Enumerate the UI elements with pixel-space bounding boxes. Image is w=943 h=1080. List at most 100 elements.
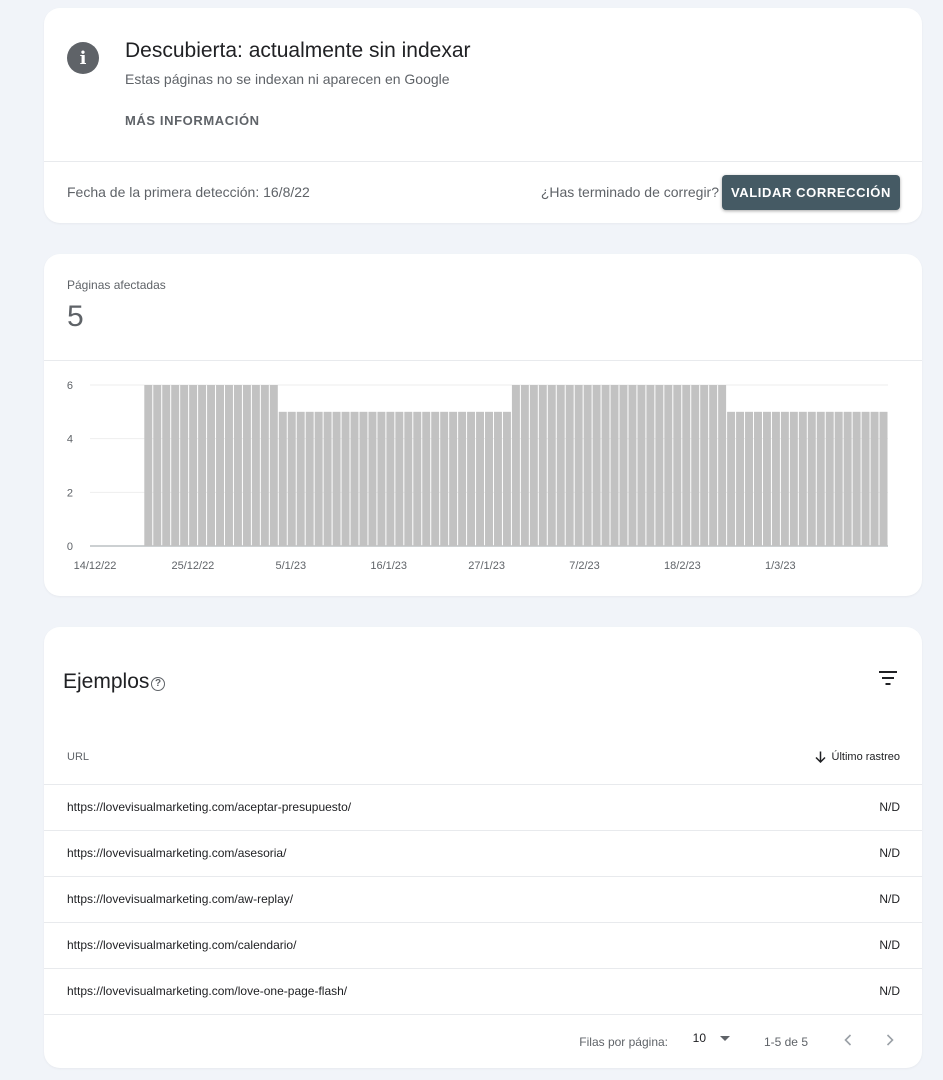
chart-bar[interactable] xyxy=(287,411,296,546)
learn-more-link[interactable]: MÁS INFORMACIÓN xyxy=(125,113,260,128)
chart-bar[interactable] xyxy=(556,385,565,546)
chart-bar[interactable] xyxy=(718,385,727,546)
chart-bar[interactable] xyxy=(709,385,718,546)
chart-bar[interactable] xyxy=(682,385,691,546)
chart-bar[interactable] xyxy=(601,385,610,546)
chart-bar[interactable] xyxy=(700,385,709,546)
chart-bar[interactable] xyxy=(637,385,646,546)
chart-bar[interactable] xyxy=(736,411,745,546)
chart-bar[interactable] xyxy=(260,385,269,546)
chart-bar[interactable] xyxy=(727,411,736,546)
chart-bar[interactable] xyxy=(798,411,807,546)
chart-bar[interactable] xyxy=(180,385,189,546)
chart-bar[interactable] xyxy=(655,385,664,546)
chart-bar[interactable] xyxy=(269,385,278,546)
issue-subtitle: Estas páginas no se indexan ni aparecen … xyxy=(125,71,450,87)
chart-bar[interactable] xyxy=(341,411,350,546)
chart-bar[interactable] xyxy=(216,385,224,546)
table-row[interactable]: https://lovevisualmarketing.com/aw-repla… xyxy=(44,876,922,922)
chart-bar[interactable] xyxy=(762,411,771,546)
chart-bar[interactable] xyxy=(368,411,377,546)
chart-bar[interactable] xyxy=(251,385,260,546)
chart-bar[interactable] xyxy=(386,411,395,546)
chart-bar[interactable] xyxy=(807,411,816,546)
chart-bar[interactable] xyxy=(278,411,287,546)
chart-bar[interactable] xyxy=(664,385,673,546)
chart-bar[interactable] xyxy=(440,411,449,546)
chart-bar[interactable] xyxy=(485,411,493,546)
chart-bar[interactable] xyxy=(449,411,458,546)
chart-bar[interactable] xyxy=(207,385,216,546)
validate-fix-button[interactable]: VALIDAR CORRECCIÓN xyxy=(721,175,900,210)
chart-bar[interactable] xyxy=(395,411,404,546)
chart-bar[interactable] xyxy=(350,411,359,546)
chart-bar[interactable] xyxy=(224,385,233,546)
chart-bar[interactable] xyxy=(377,411,386,546)
chart-bar[interactable] xyxy=(305,411,314,546)
chart-bar[interactable] xyxy=(547,385,556,546)
chart-bar[interactable] xyxy=(592,385,601,546)
chart-bar[interactable] xyxy=(458,411,467,546)
chart-bar[interactable] xyxy=(502,411,511,546)
chart-bar[interactable] xyxy=(144,385,153,546)
chart-bar[interactable] xyxy=(296,411,305,546)
chart-bar[interactable] xyxy=(171,385,180,546)
chart-bar[interactable] xyxy=(816,411,825,546)
chart-bar[interactable] xyxy=(834,411,843,546)
chart-bar[interactable] xyxy=(565,385,574,546)
chart-bar[interactable] xyxy=(476,411,485,546)
chart-bar[interactable] xyxy=(332,411,341,546)
chart-bar[interactable] xyxy=(422,411,431,546)
table-row[interactable]: https://lovevisualmarketing.com/aceptar-… xyxy=(44,784,922,830)
chart-bar[interactable] xyxy=(233,385,242,546)
chart-bar[interactable] xyxy=(852,411,861,546)
chevron-right-icon[interactable] xyxy=(877,1027,903,1053)
chart-bar[interactable] xyxy=(198,385,207,546)
chart-bar[interactable] xyxy=(511,385,520,546)
table-row[interactable]: https://lovevisualmarketing.com/love-one… xyxy=(44,968,922,1014)
chart-bar[interactable] xyxy=(870,411,879,546)
chart-bar[interactable] xyxy=(493,411,502,546)
column-header-last-crawl[interactable]: Último rastreo xyxy=(815,751,900,763)
chart-bar[interactable] xyxy=(314,411,323,546)
chart-bar[interactable] xyxy=(538,385,547,546)
chart-bar[interactable] xyxy=(745,411,754,546)
chart-bar[interactable] xyxy=(619,385,628,546)
chart-bar[interactable] xyxy=(153,385,162,546)
table-row[interactable]: https://lovevisualmarketing.com/calendar… xyxy=(44,922,922,968)
chart-bar[interactable] xyxy=(323,411,332,546)
chart-bar[interactable] xyxy=(843,411,852,546)
chevron-left-icon[interactable] xyxy=(835,1027,861,1053)
chart-bar[interactable] xyxy=(529,385,538,546)
chart-bar[interactable] xyxy=(646,385,655,546)
chart-bar[interactable] xyxy=(825,411,834,546)
rows-per-page-label: Filas por página: xyxy=(579,1035,668,1049)
column-header-url[interactable]: URL xyxy=(67,751,89,763)
chart-bar[interactable] xyxy=(574,385,583,546)
chart-bar[interactable] xyxy=(359,411,368,546)
chart-bar[interactable] xyxy=(404,411,413,546)
help-icon[interactable]: ? xyxy=(151,677,165,691)
rows-per-page-select[interactable]: 10 xyxy=(693,1031,730,1045)
chart-bar[interactable] xyxy=(467,411,476,546)
table-row[interactable]: https://lovevisualmarketing.com/asesoria… xyxy=(44,830,922,876)
chart-bar[interactable] xyxy=(861,411,870,546)
chart-bar[interactable] xyxy=(431,411,440,546)
chart-bar[interactable] xyxy=(162,385,171,546)
chart-bar[interactable] xyxy=(754,411,762,546)
chart-bar[interactable] xyxy=(771,411,780,546)
row-url: https://lovevisualmarketing.com/asesoria… xyxy=(67,846,287,860)
chart-bar[interactable] xyxy=(628,385,637,546)
chart-bar[interactable] xyxy=(879,411,888,546)
filter-icon[interactable] xyxy=(879,671,897,685)
chart-bar[interactable] xyxy=(610,385,619,546)
chart-bar[interactable] xyxy=(789,411,798,546)
chart-bar[interactable] xyxy=(691,385,700,546)
chart-bar[interactable] xyxy=(189,385,198,546)
chart-bar[interactable] xyxy=(242,385,251,546)
chart-bar[interactable] xyxy=(413,411,422,546)
chart-bar[interactable] xyxy=(520,385,529,546)
chart-bar[interactable] xyxy=(780,411,789,546)
chart-bar[interactable] xyxy=(673,385,682,546)
chart-bar[interactable] xyxy=(583,385,592,546)
